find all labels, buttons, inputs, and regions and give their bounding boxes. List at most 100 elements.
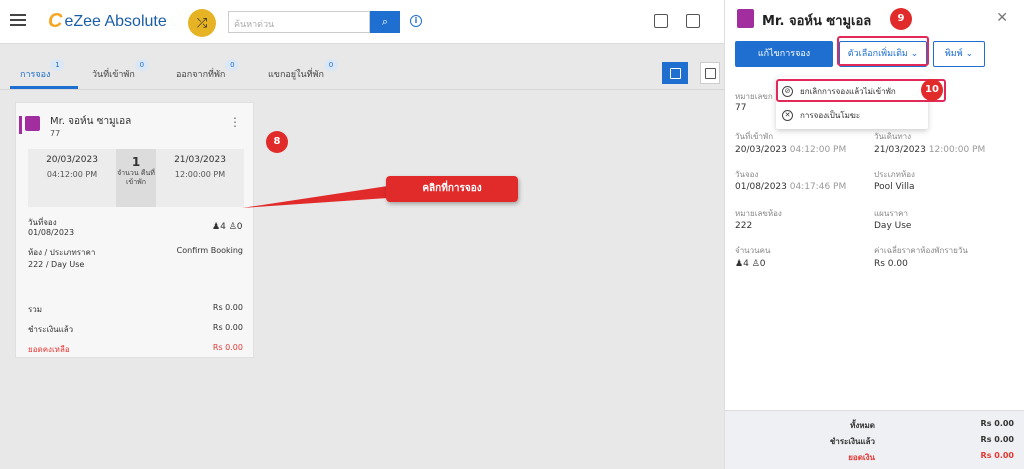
booking-detail-panel: Mr. จอห์น ซามูเอล 9 ✕ แก้ไขการจอง ตัวเลื…: [724, 0, 1024, 469]
menu-icon[interactable]: [10, 14, 26, 26]
print-label: พิมพ์: [944, 49, 963, 59]
app-name: eZee Absolute: [64, 12, 167, 30]
calendar-add-icon[interactable]: [654, 14, 668, 28]
pax-value: ♟4 ♙0: [735, 259, 766, 269]
tab-count: 0: [225, 59, 240, 71]
info-icon[interactable]: i: [410, 15, 422, 27]
tab-label: ออกจากที่พัก: [176, 70, 226, 80]
footer-total-value: Rs 0.00: [980, 419, 1014, 428]
footer-paid-label: ชำระเงินแล้ว: [829, 437, 875, 446]
footer-paid-value: Rs 0.00: [980, 435, 1014, 444]
arrival-time: 04:12:00 PM: [46, 170, 98, 179]
booking-date: 01/08/2023: [28, 228, 75, 237]
tab-count: 1: [50, 59, 65, 71]
room-no-value: 222: [735, 221, 753, 231]
adult-icon: ♟: [735, 259, 744, 269]
reservation-number: 77: [50, 129, 61, 138]
search-input[interactable]: ค้นหาด่วน: [228, 11, 370, 33]
nights-count: 1: [131, 155, 141, 169]
arrival-date: 20/03/2023: [46, 155, 98, 165]
adult-count: 4: [220, 222, 226, 232]
pax-label: จำนวนคน: [735, 246, 771, 255]
app-logo: C eZee Absolute: [48, 10, 167, 33]
active-tab-indicator: [10, 86, 78, 89]
tab-departures[interactable]: ออกจากที่พัก 0: [176, 59, 240, 81]
tab-count: 0: [134, 59, 149, 71]
more-vertical-icon[interactable]: ⋮: [229, 115, 241, 129]
departure-time: 12:00:00 PM: [928, 145, 986, 155]
tab-bar: การจอง 1 วันที่เข้าพัก 0 ออกจากที่พัก 0 …: [0, 55, 724, 90]
chevron-down-icon: ⌄: [965, 49, 974, 59]
child-icon: ♙: [228, 222, 237, 232]
res-no-value: 77: [735, 103, 747, 113]
booking-label: วันจอง: [735, 170, 759, 179]
child-count: 0: [759, 259, 766, 269]
highlight-box: [837, 36, 929, 66]
departure-date: 21/03/2023: [174, 155, 226, 165]
avg-rate-label: ค่าเฉลี่ยราคาห้องพักรายวัน: [874, 246, 968, 255]
child-icon: ♙: [751, 259, 760, 269]
tab-label: แขกอยู่ในที่พัก: [268, 70, 324, 80]
panel-footer: ทั้งหมด Rs 0.00 ชำระเงินแล้ว Rs 0.00 ยอด…: [725, 410, 1024, 469]
footer-total-label: ทั้งหมด: [850, 421, 875, 430]
guest-name: Mr. จอห์น ซามูเอล: [50, 116, 132, 127]
callout-arrow: [242, 186, 388, 208]
arrival-time: 04:12:00 PM: [789, 145, 847, 155]
close-icon[interactable]: ✕: [996, 10, 1008, 26]
building-icon: [25, 116, 40, 131]
res-no-label: หมายเลขก: [735, 92, 773, 101]
menu-item-void-booking[interactable]: ✕ การจองเป็นโมฆะ: [782, 109, 860, 122]
room-rate-label: ห้อง / ประเภทราคา: [28, 248, 96, 257]
total-label: รวม: [28, 305, 43, 314]
departure-time: 12:00:00 PM: [174, 170, 226, 179]
arrival-label: วันที่เข้าพัก: [735, 132, 774, 141]
step-marker-8: 8: [266, 131, 288, 153]
print-button[interactable]: พิมพ์ ⌄: [933, 41, 985, 67]
booking-card[interactable]: Mr. จอห์น ซามูเอล 77 ⋮ 20/03/2023 04:12:…: [15, 102, 254, 358]
x-circle-icon: ✕: [782, 110, 793, 121]
paid-label: ชำระเงินแล้ว: [28, 325, 74, 334]
rate-plan-value: Day Use: [874, 221, 912, 231]
arrow-shape: [242, 186, 388, 208]
tab-in-house[interactable]: แขกอยู่ในที่พัก 0: [268, 59, 338, 81]
shuffle-icon[interactable]: ⤮: [188, 9, 216, 37]
adult-icon: ♟: [212, 222, 221, 232]
footer-balance-value: Rs 0.00: [980, 451, 1014, 460]
departure-value: 21/03/2023 12:00:00 PM: [874, 145, 985, 155]
tab-arrivals[interactable]: วันที่เข้าพัก 0: [92, 59, 149, 81]
list-view-icon: [705, 68, 716, 79]
calendar-icon[interactable]: [686, 14, 700, 28]
nights-box: 1 จำนวน คืนที่ เข้าพัก: [116, 149, 156, 207]
step-marker-10: 10: [921, 79, 943, 101]
child-count: 0: [236, 222, 243, 232]
search-icon: ⌕: [381, 15, 389, 28]
card-view-button[interactable]: [662, 62, 688, 84]
balance-label: ยอดคงเหลือ: [28, 345, 70, 354]
logo-mark: C: [48, 10, 63, 32]
footer-balance-label: ยอดเงิน: [848, 453, 875, 462]
room-type-label: ประเภทห้อง: [874, 170, 915, 179]
nights-label: จำนวน คืนที่ เข้าพัก: [117, 169, 155, 186]
room-no-label: หมายเลขห้อง: [735, 209, 782, 218]
menu-item-label: การจองเป็นโมฆะ: [800, 111, 861, 120]
card-view-icon: [670, 68, 681, 79]
status-bar: [19, 116, 22, 134]
stay-dates: 20/03/2023 04:12:00 PM 1 จำนวน คืนที่ เข…: [28, 149, 244, 207]
departure-label: วันเดินทาง: [874, 132, 912, 141]
adult-count: 4: [743, 259, 749, 269]
edit-booking-button[interactable]: แก้ไขการจอง: [735, 41, 833, 67]
search-button[interactable]: ⌕: [370, 11, 400, 33]
list-view-button[interactable]: [700, 62, 720, 84]
building-icon: [737, 9, 754, 28]
room-type-value: Pool Villa: [874, 182, 915, 192]
tab-label: วันที่เข้าพัก: [92, 70, 135, 80]
callout-label: คลิกที่การจอง: [386, 176, 518, 202]
booking-status: Confirm Booking: [176, 246, 243, 255]
tab-bookings[interactable]: การจอง 1: [20, 59, 65, 81]
total-value: Rs 0.00: [212, 303, 243, 312]
balance-value: Rs 0.00: [212, 343, 243, 352]
guest-count: ♟4 ♙0: [212, 222, 243, 232]
step-marker-9: 9: [890, 8, 912, 30]
departure-date: 21/03/2023: [874, 145, 926, 155]
booking-value: 01/08/2023 04:17:46 PM: [735, 182, 846, 192]
